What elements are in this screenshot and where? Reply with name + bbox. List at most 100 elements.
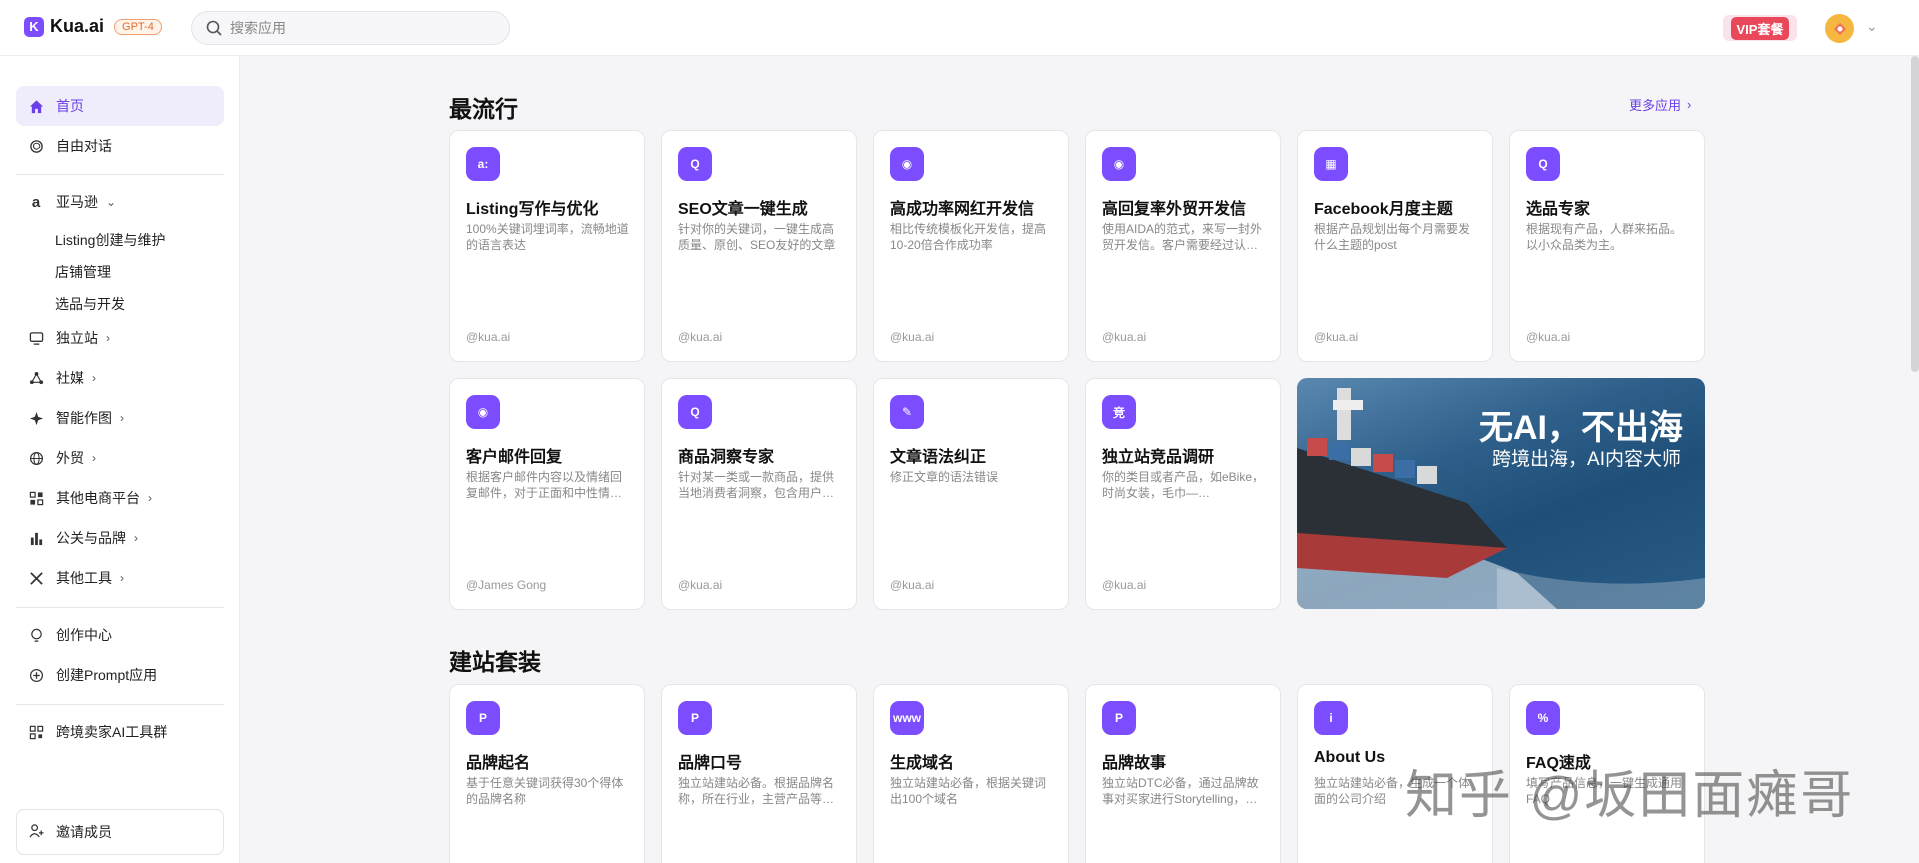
app-card-author: @kua.ai — [1314, 330, 1359, 344]
sidebar-item-site[interactable]: 独立站 › — [16, 318, 224, 358]
app-card[interactable]: 竞独立站竞品调研 你的类目或者产品，如eBike，时尚女装，毛巾—… @kua.ai — [1085, 378, 1281, 610]
sidebar-item-home[interactable]: 首页 — [16, 86, 224, 126]
app-icon: ◉ — [1102, 147, 1136, 181]
app-card-title: 商品洞察专家 — [678, 449, 775, 466]
app-icon: P — [678, 701, 712, 735]
chevron-right-icon: › — [120, 411, 124, 425]
app-card[interactable]: www 生成域名 独立站建站必备，根据关键词出100个域名 — [873, 684, 1069, 863]
model-badge: GPT-4 — [114, 18, 162, 35]
chevron-right-icon: › — [134, 531, 138, 545]
section-title-build: 建站套装 — [449, 649, 541, 675]
sidebar-item-label: 独立站 — [56, 330, 98, 346]
vip-button[interactable]: VIP套餐 — [1723, 15, 1797, 41]
app-icon: 竞 — [1102, 395, 1136, 429]
app-card[interactable]: ◉ 高回复率外贸开发信 使用AIDA的范式，来写一封外贸开发信。客户需要经过认… @k… — [1085, 130, 1281, 362]
app-card-desc: 针对你的关键词，一键生成高质量、原创、SEO友好的文章 — [678, 222, 836, 252]
app-card-desc: 使用AIDA的范式，来写一封外贸开发信。客户需要经过认… — [1102, 222, 1263, 252]
app-card[interactable]: Q SEO文章一键生成 针对你的关键词，一键生成高质量、原创、SEO友好的文章 @ku… — [661, 130, 857, 362]
sidebar-item-trade[interactable]: 外贸 › — [16, 438, 224, 478]
sidebar-item-label: 社媒 — [56, 370, 84, 386]
grid-icon — [28, 490, 44, 506]
sidebar-item-label: 其他工具 — [56, 570, 112, 586]
app-icon: Q — [1526, 147, 1560, 181]
monitor-icon — [28, 330, 44, 346]
app-card-author: @kua.ai — [466, 330, 511, 344]
sidebar-item-label: 创作中心 — [56, 627, 112, 643]
app-card-author: @kua.ai — [890, 330, 935, 344]
sidebar-item-chat[interactable]: 自由对话 — [16, 126, 224, 166]
app-card[interactable]: P 品牌故事 独立站DTC必备，通过品牌故事对买家进行Storytelling，… — [1085, 684, 1281, 863]
qrcode-icon — [28, 724, 44, 740]
app-card-desc: 根据产品规划出每个月需要发什么主题的post — [1314, 222, 1471, 252]
app-card-title: Facebook月度主题 — [1314, 201, 1453, 218]
more-apps-link[interactable]: 更多应用 › — [1629, 95, 1691, 114]
app-card-title: 生成域名 — [890, 755, 955, 772]
app-card-author: @kua.ai — [1526, 330, 1571, 344]
app-card-desc: 独立站建站必备，根据关键词出100个域名 — [890, 776, 1047, 806]
logo-text: Kua.ai — [50, 16, 105, 36]
sidebar-item-amazon[interactable]: a 亚马逊 ⌄ — [16, 182, 224, 222]
app-card-title: 品牌起名 — [466, 755, 531, 772]
app-card[interactable]: ◉ 高成功率网红开发信 相比传统模板化开发信，提高10-20倍合作成功率 @kua.a… — [873, 130, 1069, 362]
app-card-desc: 你的类目或者产品，如eBike，时尚女装，毛巾—… — [1102, 470, 1265, 500]
top-bar: K Kua.ai GPT-4 VIP套餐 ⌄ — [0, 0, 1919, 56]
sidebar-item-pr[interactable]: 公关与品牌 › — [16, 518, 224, 558]
scrollbar[interactable] — [1911, 56, 1919, 372]
sidebar-item-social[interactable]: 社媒 › — [16, 358, 224, 398]
app-card[interactable]: ◉ 客户邮件回复 根据客户邮件内容以及情绪回复邮件，对于正面和中性情… @James … — [449, 378, 645, 610]
logo[interactable]: K Kua.ai GPT-4 — [24, 16, 162, 37]
app-icon: P — [1102, 701, 1136, 735]
sidebar-subitem-store[interactable]: 店铺管理 — [55, 262, 111, 282]
home-icon — [28, 98, 44, 114]
app-card[interactable]: Q 选品专家 根据现有产品，人群来拓品。以小众品类为主。 @kua.ai — [1509, 130, 1705, 362]
app-icon: ◉ — [466, 395, 500, 429]
sidebar-item-ecommerce[interactable]: 其他电商平台 › — [16, 478, 224, 518]
chart-icon — [28, 530, 44, 546]
chevron-down-icon[interactable]: ⌄ — [1866, 18, 1878, 35]
app-card[interactable]: P 品牌起名 基于任意关键词获得30个得体的品牌名称 — [449, 684, 645, 863]
sidebar-subitem-listing[interactable]: Listing创建与维护 — [55, 230, 165, 250]
app-icon: % — [1526, 701, 1560, 735]
avatar[interactable] — [1825, 14, 1854, 43]
search-input[interactable] — [230, 20, 490, 36]
search-box[interactable] — [191, 11, 510, 45]
sidebar-item-create-prompt[interactable]: 创建Prompt应用 — [16, 655, 224, 695]
chevron-down-icon: ⌄ — [106, 195, 117, 209]
sidebar-item-label: 首页 — [56, 98, 84, 114]
app-card-title: Listing写作与优化 — [466, 201, 599, 218]
invite-button[interactable]: 邀请成员 — [16, 809, 224, 855]
sidebar-item-label: 其他电商平台 — [56, 490, 140, 506]
sidebar-item-tools[interactable]: 其他工具 › — [16, 558, 224, 598]
add-user-icon — [29, 823, 44, 841]
sidebar-item-group[interactable]: 跨境卖家AI工具群 — [16, 712, 224, 752]
app-card-desc: 根据客户邮件内容以及情绪回复邮件，对于正面和中性情… — [466, 470, 623, 500]
sidebar-item-creation[interactable]: 创作中心 — [16, 615, 224, 655]
app-card-title: 客户邮件回复 — [466, 449, 563, 466]
app-card-desc: 相比传统模板化开发信，提高10-20倍合作成功率 — [890, 222, 1047, 252]
app-card[interactable]: ▦ Facebook月度主题根据产品规划出每个月需要发什么主题的post @kua.… — [1297, 130, 1493, 362]
app-icon: P — [466, 701, 500, 735]
divider — [16, 704, 224, 705]
app-card-title: 高成功率网红开发信 — [890, 201, 1035, 218]
sidebar-subitem-product[interactable]: 选品与开发 — [55, 294, 125, 314]
app-card[interactable]: P 品牌口号 独立站建站必备。根据品牌名称，所在行业，主营产品等… — [661, 684, 857, 863]
app-card-desc: 针对某一类或一款商品，提供当地消费者洞察，包含用户… — [678, 470, 835, 500]
app-card[interactable]: a: Listing写作与优化 100%关键词埋词率，流畅地道的语言表达 @kua.a… — [449, 130, 645, 362]
app-icon: Q — [678, 147, 712, 181]
app-card-title: 独立站竞品调研 — [1102, 449, 1215, 466]
bulb-icon — [28, 627, 44, 643]
avatar-icon — [1833, 22, 1846, 35]
search-icon — [206, 20, 222, 36]
app-icon: ▦ — [1314, 147, 1348, 181]
sidebar-item-label: 亚马逊 — [56, 194, 98, 210]
app-card-author: @kua.ai — [1102, 330, 1147, 344]
app-card[interactable]: Q 商品洞察专家 针对某一类或一款商品，提供当地消费者洞察，包含用户… @kua.ai — [661, 378, 857, 610]
sidebar-item-image[interactable]: 智能作图 › — [16, 398, 224, 438]
tools-icon — [28, 570, 44, 586]
app-card-desc: 修正文章的语法错误 — [890, 470, 999, 484]
app-card-title: 品牌口号 — [678, 755, 743, 772]
vip-label: VIP套餐 — [1730, 16, 1790, 40]
sidebar-item-label: 自由对话 — [56, 138, 112, 154]
promo-banner[interactable]: 无AI，不出海 跨境出海，AI内容大师 — [1297, 378, 1705, 609]
app-card[interactable]: ✎ 文章语法纠正 修正文章的语法错误 @kua.ai — [873, 378, 1069, 610]
